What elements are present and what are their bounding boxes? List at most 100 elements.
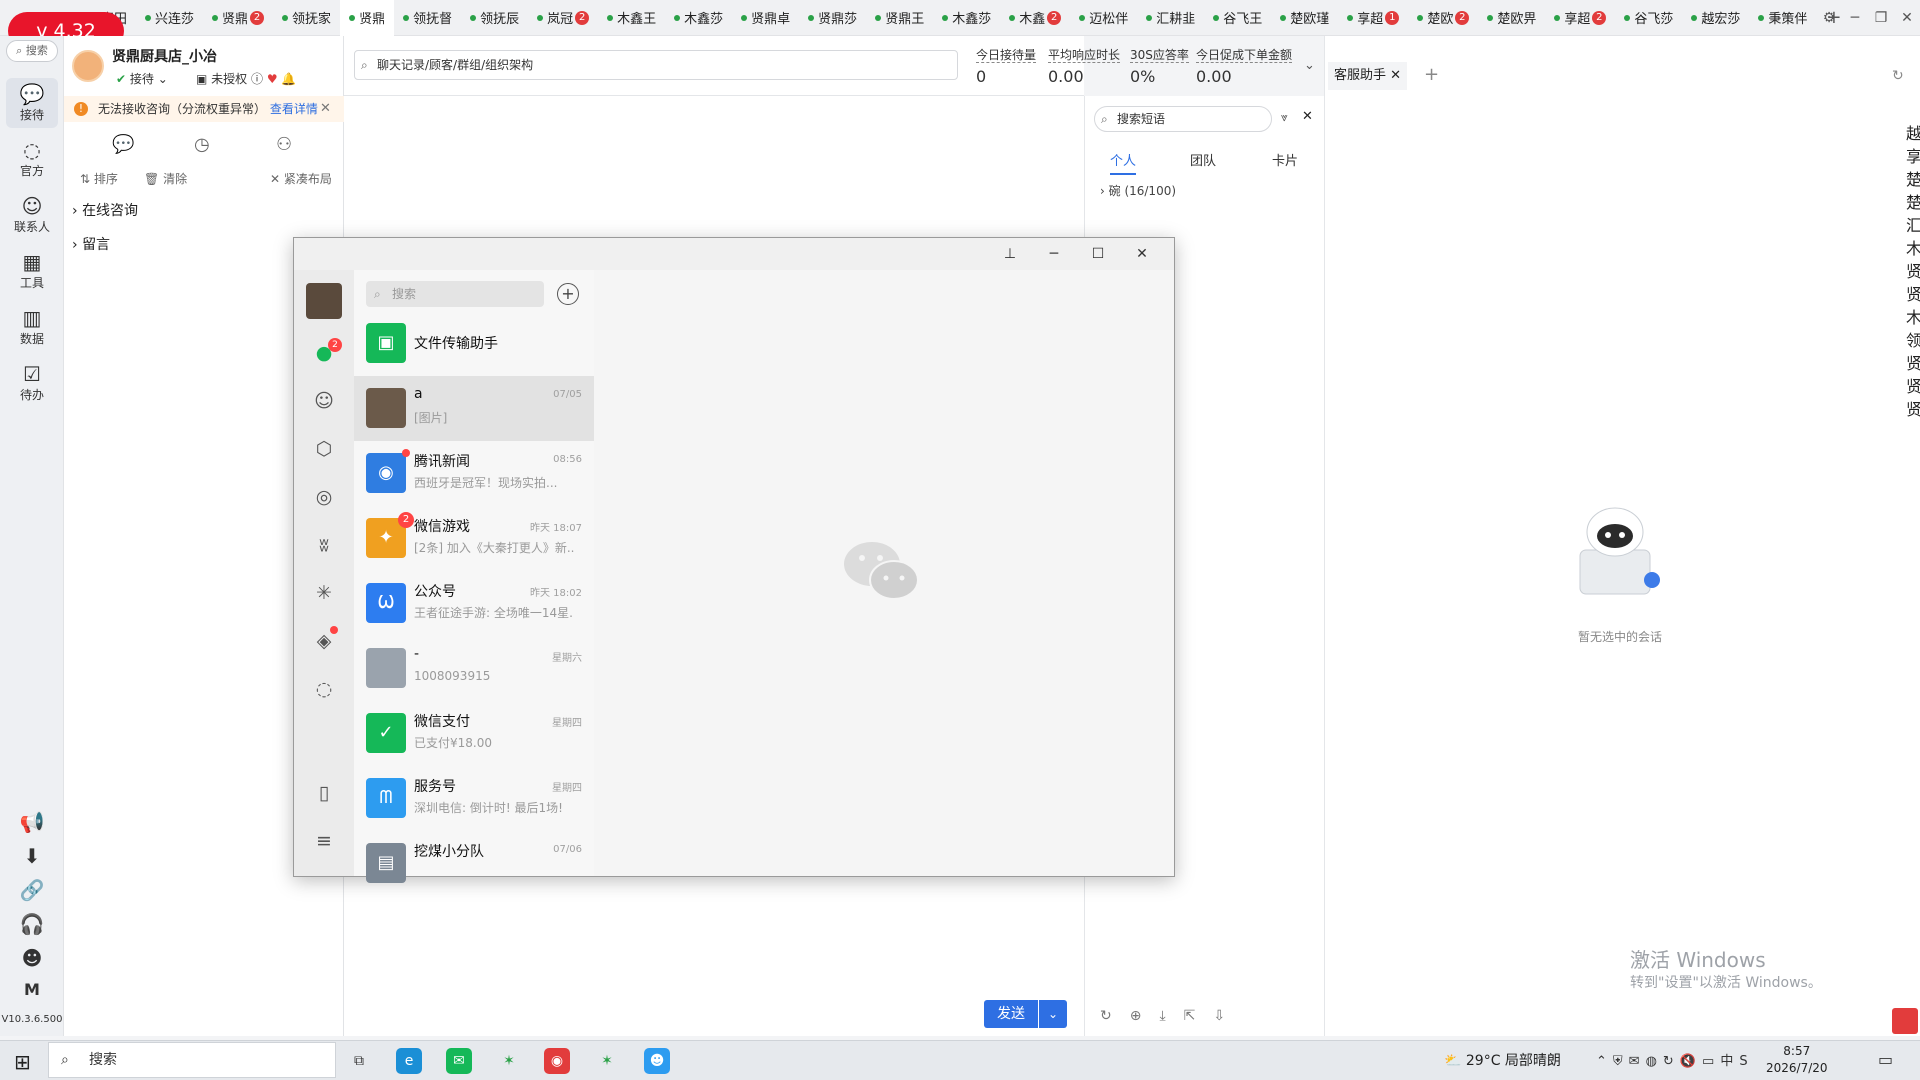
tab-item[interactable]: 享超 1 bbox=[1338, 0, 1408, 36]
tray-shield-icon[interactable]: ⛨ bbox=[1613, 1054, 1629, 1069]
rail-item-tools[interactable]: ▦ 工具 bbox=[0, 246, 64, 296]
games-icon[interactable]: ◌ bbox=[312, 678, 336, 700]
phrase-close-icon[interactable]: ✕ bbox=[1302, 109, 1313, 124]
tab-item[interactable]: 汇耕韭 bbox=[1137, 0, 1204, 36]
app-red-icon[interactable]: ◉ bbox=[544, 1048, 570, 1074]
tab-item[interactable]: 木鑫莎 bbox=[665, 0, 732, 36]
phone-icon[interactable]: ▯ bbox=[312, 782, 336, 804]
kpi-expand-icon[interactable]: ⌄ bbox=[1304, 58, 1315, 73]
chat-list-item[interactable]: - 星期六 1008093915 bbox=[354, 636, 594, 701]
tab-item[interactable]: 享超 2 bbox=[1545, 0, 1615, 36]
team-icon[interactable]: ⚇ bbox=[276, 134, 292, 155]
tab-item[interactable]: 谷飞莎 bbox=[1615, 0, 1682, 36]
refresh-icon[interactable]: ↻ bbox=[1100, 1008, 1130, 1024]
favorites-icon[interactable]: ⬡ bbox=[312, 438, 336, 460]
tab-item[interactable]: 贤鼎卓 bbox=[732, 0, 799, 36]
pin-icon[interactable]: ⊥ bbox=[988, 246, 1032, 262]
tab-item[interactable]: 贤鼎 bbox=[340, 0, 395, 36]
minimize-icon[interactable]: ─ bbox=[1842, 10, 1868, 26]
phrase-group[interactable]: › 碗 (16/100) bbox=[1100, 182, 1176, 199]
tab-item[interactable]: 贤鼎王 bbox=[866, 0, 933, 36]
network-icon[interactable]: ▭ bbox=[1702, 1054, 1720, 1069]
status-dropdown[interactable]: ✔ 接待 ⌄ bbox=[116, 70, 168, 87]
global-search-input[interactable]: ⌕ 聊天记录/顾客/群组/组织架构 bbox=[354, 50, 958, 80]
clear-button[interactable]: 🗑 清除 bbox=[144, 170, 187, 187]
tab-item[interactable]: 秉策伴 bbox=[1749, 0, 1816, 36]
tab-item[interactable]: 领抚督 bbox=[394, 0, 461, 36]
maximize-icon[interactable]: ☐ bbox=[1076, 246, 1120, 262]
flag-icon[interactable] bbox=[1892, 1008, 1918, 1034]
m-logo-icon[interactable]: M bbox=[0, 980, 64, 999]
download-icon[interactable]: ⇩ bbox=[1213, 1008, 1243, 1024]
wechat-avatar[interactable] bbox=[306, 283, 342, 319]
add-icon[interactable]: ⊕ bbox=[1130, 1008, 1160, 1024]
sort-button[interactable]: ⇅ 排序 bbox=[80, 170, 118, 187]
rail-item-todo[interactable]: ☑ 待办 bbox=[0, 358, 64, 408]
filter-icon[interactable]: ⩔ bbox=[1281, 110, 1288, 125]
tab-item[interactable]: 楚欧 2 bbox=[1408, 0, 1478, 36]
app-chat-icon[interactable]: ☻ bbox=[644, 1048, 670, 1074]
app-star2-icon[interactable]: ✶ bbox=[594, 1048, 620, 1074]
auth-status[interactable]: ▣ 未授权 ⓘ ♥ 🔔 bbox=[196, 70, 296, 87]
chat-list-item[interactable]: ◉ 腾讯新闻 08:56 西班牙是冠军！现场实拍... bbox=[354, 441, 594, 506]
contacts-icon[interactable]: ☺ bbox=[312, 390, 336, 412]
rail-item-reception[interactable]: 💬 接待 bbox=[6, 78, 58, 128]
group-online[interactable]: › 在线咨询 bbox=[72, 200, 138, 220]
windows-start-icon[interactable]: ⊞ bbox=[14, 1050, 31, 1074]
close-icon[interactable]: ✕ bbox=[1120, 246, 1164, 262]
chat-list-item[interactable]: a 07/05 [图片] bbox=[354, 376, 594, 441]
link-icon[interactable]: 🔗 bbox=[0, 878, 64, 902]
tab-item[interactable]: 贤鼎莎 bbox=[799, 0, 866, 36]
moments-icon[interactable]: ◎ bbox=[312, 486, 336, 508]
import-icon[interactable]: ⤓ bbox=[1159, 1008, 1183, 1024]
add-tab-icon[interactable]: + bbox=[1424, 64, 1439, 85]
shop-avatar[interactable] bbox=[72, 50, 104, 82]
send-options-button[interactable]: ⌄ bbox=[1039, 1000, 1067, 1028]
settings-icon[interactable]: ⚙ bbox=[1816, 10, 1842, 26]
send-button[interactable]: 发送 bbox=[984, 1000, 1038, 1028]
weather-widget[interactable]: ⛅ 29°C 局部晴朗 bbox=[1444, 1050, 1561, 1070]
menu-icon[interactable]: ≡ bbox=[312, 830, 336, 852]
history-icon[interactable]: ◷ bbox=[194, 134, 210, 155]
wechat-titlebar[interactable]: ⊥ ─ ☐ ✕ bbox=[294, 238, 1174, 270]
headset-icon[interactable]: 🎧 bbox=[0, 912, 64, 936]
close-icon[interactable]: ✕ bbox=[1894, 10, 1920, 26]
warning-link[interactable]: 查看详情 bbox=[270, 102, 318, 116]
refresh-icon[interactable]: ↻ bbox=[1892, 68, 1904, 84]
notification-icon[interactable]: ▭ bbox=[1878, 1050, 1893, 1069]
tab-item[interactable]: 迈松伴 bbox=[1070, 0, 1137, 36]
minimize-icon[interactable]: ─ bbox=[1032, 246, 1076, 262]
tab-item[interactable]: 木鑫 2 bbox=[1000, 0, 1070, 36]
maximize-icon[interactable]: ❐ bbox=[1868, 10, 1894, 26]
rail-item-data[interactable]: ▥ 数据 bbox=[0, 302, 64, 352]
share-icon[interactable]: ⇱ bbox=[1184, 1008, 1214, 1024]
tab-item[interactable]: 楚欧瑾 bbox=[1271, 0, 1338, 36]
tray-chevron-icon[interactable]: ⌃ bbox=[1596, 1054, 1613, 1069]
tab-item[interactable]: 楚欧畀 bbox=[1478, 0, 1545, 36]
tab-team[interactable]: 团队 bbox=[1190, 150, 1216, 169]
tab-item[interactable]: 贤鼎 2 bbox=[203, 0, 273, 36]
compact-layout-button[interactable]: ✕ 紧凑布局 bbox=[270, 170, 332, 187]
tab-item[interactable]: 领抚家 bbox=[273, 0, 340, 36]
download-icon[interactable]: ⬇ bbox=[0, 844, 64, 868]
tab-item[interactable]: 兴连莎 bbox=[136, 0, 203, 36]
rail-search-button[interactable]: ⌕ 搜索 bbox=[6, 40, 58, 62]
tab-item[interactable]: 越宏莎 bbox=[1682, 0, 1749, 36]
tray-chat-icon[interactable]: ◍ bbox=[1646, 1054, 1663, 1069]
clock[interactable]: 8:57 2026/7/20 bbox=[1766, 1043, 1828, 1077]
chat-list-item[interactable]: ✦ 2 微信游戏 昨天 18:07 [2条] 加入《大秦打更人》新... bbox=[354, 506, 594, 571]
tab-item[interactable]: 谷飞王 bbox=[1204, 0, 1271, 36]
chat-list-item[interactable]: ▣ 文件传输助手 bbox=[354, 311, 594, 376]
tab-item[interactable]: 领抚辰 bbox=[461, 0, 528, 36]
video-channel-icon[interactable]: ʬ bbox=[312, 534, 336, 556]
ime-indicator[interactable]: 中 bbox=[1720, 1054, 1739, 1069]
task-view-icon[interactable]: ⧉ bbox=[346, 1048, 372, 1074]
tray-wechat-icon[interactable]: ✉ bbox=[1629, 1054, 1646, 1069]
group-messages[interactable]: › 留言 bbox=[72, 234, 110, 254]
megaphone-icon[interactable]: 📢 bbox=[0, 810, 64, 834]
taskbar-search-input[interactable]: ⌕ 搜索 bbox=[48, 1042, 336, 1078]
wechat-taskbar-icon[interactable]: ✉ bbox=[446, 1048, 472, 1074]
volume-icon[interactable]: 🔇 bbox=[1680, 1054, 1702, 1069]
rail-item-official[interactable]: ◌ 官方 bbox=[0, 134, 64, 184]
tray-app-icon[interactable]: S bbox=[1739, 1054, 1753, 1069]
